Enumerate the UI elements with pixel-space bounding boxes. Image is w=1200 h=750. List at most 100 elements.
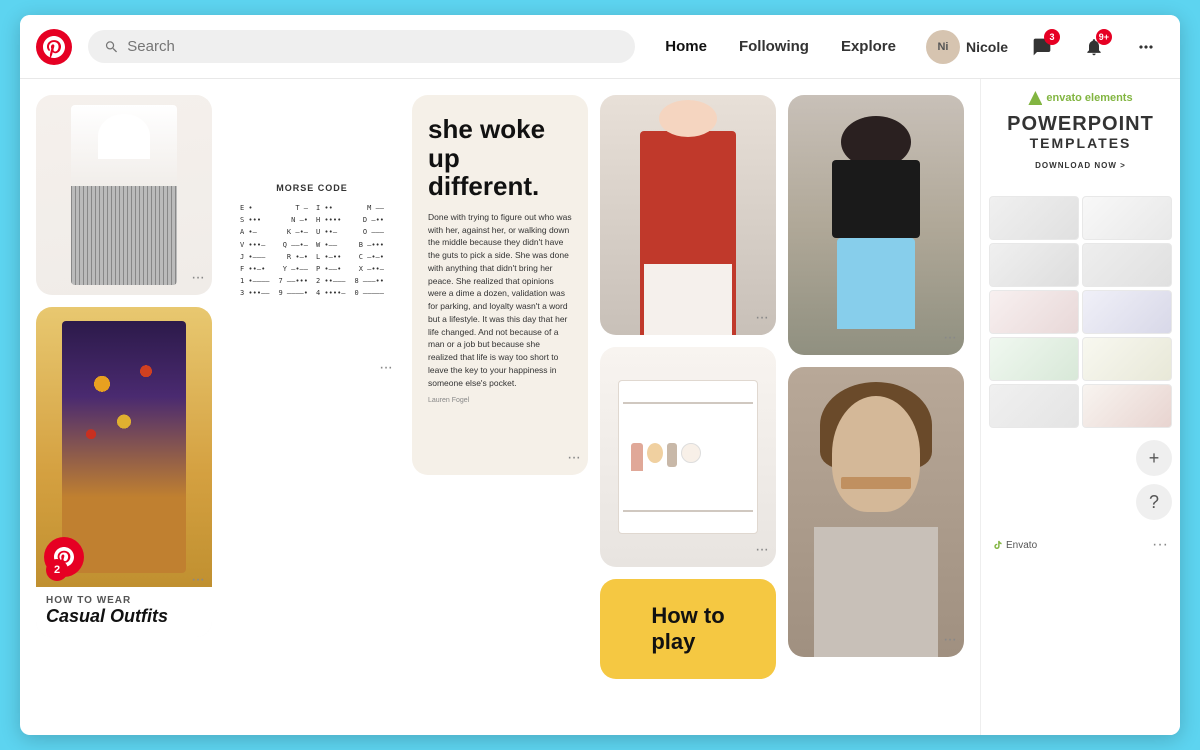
add-icon: +	[1149, 448, 1160, 469]
ad-subtitle: TEMPLATES	[993, 135, 1168, 151]
more-button[interactable]	[1128, 29, 1164, 65]
envato-footer-label: Envato	[1006, 540, 1037, 551]
nav-home[interactable]: Home	[651, 30, 721, 63]
morse-row: V •••—Q ——•—	[240, 240, 308, 251]
morse-row: E •T —	[240, 203, 308, 214]
more-icon	[1136, 37, 1156, 57]
portrait-bangs	[841, 477, 911, 489]
vanity-shelf	[618, 380, 759, 534]
pin-more-morse[interactable]: ···	[379, 359, 392, 377]
nav-explore[interactable]: Explore	[827, 30, 910, 63]
pin-card-morse[interactable]: MORSE CODE E •T — I ••M —— S •••N —• H •…	[224, 95, 400, 385]
user-name[interactable]: Nicole	[966, 39, 1008, 55]
main-content: ··· 2 HOW TO WEAR Casual Outfits ···	[20, 79, 1180, 735]
envato-brand: envato elements	[1046, 92, 1132, 104]
help-button[interactable]: ?	[1136, 484, 1172, 520]
pinterest-logo[interactable]	[36, 29, 72, 65]
nav-user-section: Ni Nicole	[926, 30, 1008, 64]
floral-label-main: Casual Outfits	[46, 606, 202, 627]
search-input[interactable]	[127, 38, 619, 55]
morse-row: 3 •••——9 ————•	[240, 288, 308, 299]
shelf-row	[623, 402, 754, 404]
morse-row: W •——B —•••	[316, 240, 384, 251]
envato-icon	[1028, 91, 1042, 105]
morse-row: S •••N —•	[240, 215, 308, 226]
morse-row: I ••M ——	[316, 203, 384, 214]
shelf-row	[623, 510, 754, 512]
nav-links: Home Following Explore	[651, 30, 910, 63]
morse-row: P •——•X —••—	[316, 264, 384, 275]
pin-card-red-top[interactable]: ···	[600, 95, 776, 335]
pin-card-floral[interactable]: 2 HOW TO WEAR Casual Outfits ···	[36, 307, 212, 637]
portrait-body	[814, 527, 937, 658]
ad-thumb-10[interactable]	[1082, 384, 1172, 428]
search-bar[interactable]	[88, 30, 635, 63]
pin-card-how-to-play[interactable]: How toplay	[600, 579, 776, 679]
pin-more-portrait[interactable]: ···	[943, 631, 956, 649]
morse-row: 2 ••———8 ———••	[316, 276, 384, 287]
pin-image-how-to-play: How toplay	[600, 579, 776, 679]
pin-image-quote: she woke updifferent. Done with trying t…	[412, 95, 588, 475]
avatar-initial: Ni	[937, 41, 948, 53]
ad-actions: + ?	[981, 432, 1180, 528]
item	[631, 443, 643, 471]
pin-card-street[interactable]: ···	[788, 95, 964, 355]
portrait-face	[832, 396, 920, 512]
ad-column: envato elements POWERPOINT TEMPLATES DOW…	[980, 79, 1180, 735]
pin-card-quote[interactable]: she woke updifferent. Done with trying t…	[412, 95, 588, 475]
pin-more-fashion1[interactable]: ···	[191, 269, 204, 287]
pin-more-red-top[interactable]: ···	[755, 309, 768, 327]
ad-thumb-6[interactable]	[1082, 290, 1172, 334]
ad-thumb-5[interactable]	[989, 290, 1079, 334]
ad-thumb-2[interactable]	[1082, 196, 1172, 240]
pin-image-morse: MORSE CODE E •T — I ••M —— S •••N —• H •…	[224, 95, 400, 385]
ad-thumb-9[interactable]	[989, 384, 1079, 428]
search-icon	[104, 39, 119, 55]
pin-image-fashion1	[36, 95, 212, 295]
ad-title: POWERPOINT	[993, 113, 1168, 135]
ad-thumb-3[interactable]	[989, 243, 1079, 287]
messages-button[interactable]: 3	[1024, 29, 1060, 65]
item	[647, 443, 663, 463]
notifications-button[interactable]: 9+	[1076, 29, 1112, 65]
pin-more-vanity[interactable]: ···	[755, 541, 768, 559]
quote-title: she woke updifferent.	[428, 115, 572, 201]
navbar: Home Following Explore Ni Nicole 3 9+	[20, 15, 1180, 79]
morse-table: E •T — I ••M —— S •••N —• H ••••D —•• A …	[240, 203, 384, 300]
morse-row: J •———R •—•	[240, 252, 308, 263]
ad-thumb-7[interactable]	[989, 337, 1079, 381]
pin-more-street[interactable]: ···	[943, 329, 956, 347]
morse-row: F ••—•Y —•——	[240, 264, 308, 275]
notifications-badge: 9+	[1096, 29, 1112, 45]
ad-thumb-8[interactable]	[1082, 337, 1172, 381]
avatar[interactable]: Ni	[926, 30, 960, 64]
ad-thumb-1[interactable]	[989, 196, 1079, 240]
messages-badge: 3	[1044, 29, 1060, 45]
quote-body: Done with trying to figure out who was w…	[428, 211, 572, 390]
street-shorts	[837, 238, 914, 329]
nav-following[interactable]: Following	[725, 30, 823, 63]
add-button[interactable]: +	[1136, 440, 1172, 476]
floral-figure	[62, 321, 185, 573]
ad-cta[interactable]: DOWNLOAD NOW >	[993, 161, 1168, 170]
pin-more-quote[interactable]: ···	[567, 449, 580, 467]
pin-image-street	[788, 95, 964, 355]
help-icon: ?	[1149, 492, 1159, 513]
pin-more-floral[interactable]: ···	[191, 571, 204, 589]
morse-row: U ••—O ———	[316, 227, 384, 238]
browser-window: Home Following Explore Ni Nicole 3 9+	[20, 15, 1180, 735]
pin-card-portrait[interactable]: ···	[788, 367, 964, 657]
envato-footer-link[interactable]: Envato	[993, 540, 1037, 551]
item	[667, 443, 677, 467]
morse-row: A •—K —•—	[240, 227, 308, 238]
morse-row: 4 ••••—0 —————	[316, 288, 384, 299]
ad-more-button[interactable]: ···	[1152, 536, 1168, 554]
how-to-play-label: How toplay	[651, 603, 724, 655]
shelf-items	[623, 439, 754, 475]
pin-card-vanity[interactable]: ···	[600, 347, 776, 567]
pin-image-portrait	[788, 367, 964, 657]
pin-card-fashion1[interactable]: ···	[36, 95, 212, 295]
ad-thumb-4[interactable]	[1082, 243, 1172, 287]
item	[681, 443, 701, 463]
morse-title: MORSE CODE	[276, 181, 348, 195]
